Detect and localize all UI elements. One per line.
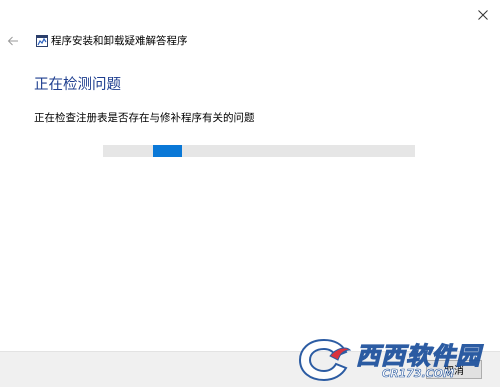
back-arrow-icon [7, 36, 18, 46]
page-heading: 正在检测问题 [34, 77, 121, 93]
progress-indicator [153, 145, 182, 157]
close-icon [478, 10, 488, 20]
troubleshooter-window: 程序安装和卸载疑难解答程序 正在检测问题 正在检查注册表是否存在与修补程序有关的… [0, 0, 500, 387]
close-button[interactable] [466, 0, 500, 30]
cancel-button[interactable]: 取消 [426, 360, 482, 379]
status-text: 正在检查注册表是否存在与修补程序有关的问题 [34, 112, 255, 124]
troubleshooter-icon [36, 35, 48, 47]
progress-bar [103, 145, 415, 157]
app-title: 程序安装和卸载疑难解答程序 [51, 35, 188, 47]
back-button[interactable] [4, 33, 22, 49]
footer-bar: 取消 [0, 351, 500, 387]
